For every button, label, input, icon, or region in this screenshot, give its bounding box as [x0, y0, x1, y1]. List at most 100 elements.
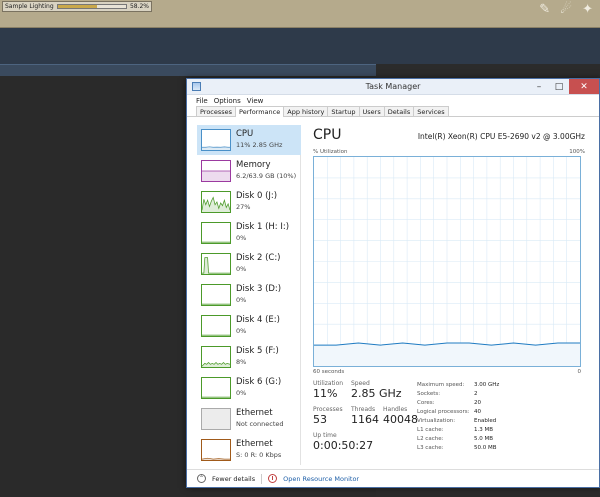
sample-lighting-label: Sample Lighting: [5, 3, 54, 10]
device-mini-graph-line: [202, 146, 230, 150]
tab-users[interactable]: Users: [358, 106, 385, 116]
spec-row: Cores: 20: [417, 398, 499, 407]
device-item[interactable]: Disk 0 (J:) 27%: [197, 187, 301, 217]
device-value: S: 0 R: 0 Kbps: [236, 451, 282, 459]
utilization-label: Utilization: [313, 380, 344, 387]
device-name: Disk 0 (J:): [236, 191, 278, 201]
device-value: 0%: [236, 327, 247, 335]
spec-value: 40: [474, 408, 481, 415]
device-item[interactable]: Disk 4 (E:) 0%: [197, 311, 301, 341]
cpu-spec-table: Maximum speed: 3.00 GHz Sockets: 2 Cores: 20 L…: [417, 380, 499, 452]
spec-key: L2 cache:: [417, 435, 444, 442]
device-item[interactable]: Disk 5 (F:) 8%: [197, 342, 301, 372]
processes-label: Processes: [313, 406, 343, 413]
device-mini-graph-line: [202, 361, 230, 367]
device-item[interactable]: Memory 6.2/63.9 GB (10%): [197, 156, 301, 186]
device-value: 0%: [236, 296, 247, 304]
spec-value: 5.0 MB: [474, 435, 494, 442]
utilization-axis-max: 100%: [569, 149, 585, 155]
device-item[interactable]: CPU 11% 2.85 GHz: [197, 125, 301, 155]
title-bar[interactable]: Task Manager – □ ✕: [187, 79, 599, 95]
spec-key: Cores:: [417, 399, 435, 406]
device-item[interactable]: Ethernet S: 0 R: 0 Kbps: [197, 435, 301, 465]
device-name: Disk 1 (H: I:): [236, 222, 290, 232]
device-name: Ethernet: [236, 408, 273, 418]
device-value: 11% 2.85 GHz: [236, 141, 283, 149]
tab-app-history[interactable]: App history: [283, 106, 329, 116]
spec-key: Sockets:: [417, 390, 441, 397]
menu-options[interactable]: Options: [214, 97, 241, 105]
host-app-tabbar: [0, 64, 376, 76]
device-mini-graph: [201, 439, 231, 461]
cpu-utilization-graph: [313, 156, 581, 367]
chevron-up-icon[interactable]: ⌃: [197, 474, 206, 483]
device-mini-graph: [201, 160, 231, 182]
host-app-toolbar: Sample Lighting 58.2% ✎ ☄ ✦: [0, 0, 600, 28]
device-name: Disk 4 (E:): [236, 315, 280, 325]
device-mini-graph: [201, 129, 231, 151]
device-name: Disk 6 (G:): [236, 377, 282, 387]
uptime-label: Up time: [313, 432, 337, 439]
device-name: CPU: [236, 129, 254, 139]
spec-row: L3 cache: 50.0 MB: [417, 443, 499, 452]
device-value: 0%: [236, 389, 247, 397]
device-mini-graph-line: [202, 196, 230, 212]
device-mini-graph: [201, 284, 231, 306]
utilization-value: 11%: [313, 387, 338, 400]
device-name: Memory: [236, 160, 271, 170]
device-item[interactable]: Disk 3 (D:) 0%: [197, 280, 301, 310]
device-mini-graph-line: [202, 396, 230, 398]
threads-label: Threads: [351, 406, 376, 413]
tab-startup[interactable]: Startup: [327, 106, 360, 116]
spec-value: 1.3 MB: [474, 426, 494, 433]
open-resource-monitor-link[interactable]: Open Resource Monitor: [283, 475, 359, 483]
handles-value: 40048: [383, 413, 418, 426]
fewer-details-link[interactable]: Fewer details: [212, 475, 255, 483]
spec-row: Maximum speed: 3.00 GHz: [417, 380, 499, 389]
device-mini-graph-line: [202, 457, 230, 460]
device-mini-graph-line: [202, 241, 230, 243]
device-value: 6.2/63.9 GB (10%): [236, 172, 297, 180]
cpu-model-name: Intel(R) Xeon(R) CPU E5-2690 v2 @ 3.00GH…: [417, 132, 585, 141]
tab-details[interactable]: Details: [383, 106, 415, 116]
spec-key: Virtualization:: [417, 417, 456, 424]
menu-file[interactable]: File: [196, 97, 208, 105]
spec-value: 20: [474, 399, 481, 406]
graph-time-axis-start: 60 seconds: [313, 369, 345, 375]
cpu-utilization-chart: [314, 157, 580, 366]
minimize-button[interactable]: –: [529, 79, 549, 94]
tab-services[interactable]: Services: [413, 106, 449, 116]
close-button[interactable]: ✕: [569, 79, 599, 94]
spec-key: Maximum speed:: [417, 381, 465, 388]
device-name: Ethernet: [236, 439, 273, 449]
device-item[interactable]: Ethernet Not connected: [197, 404, 301, 434]
spec-row: Virtualization: Enabled: [417, 416, 499, 425]
speed-stat: Speed 2.85 GHz: [351, 380, 402, 400]
utilization-axis-label: % Utilization: [313, 149, 348, 155]
spec-row: Logical processors: 40: [417, 407, 499, 416]
maximize-button[interactable]: □: [549, 79, 569, 94]
device-mini-graph-line: [202, 303, 230, 305]
window-controls: – □ ✕: [529, 79, 599, 94]
task-manager-window: Task Manager – □ ✕ File Options View Pro…: [186, 78, 600, 488]
device-name: Disk 5 (F:): [236, 346, 279, 356]
footer: ⌃ Fewer details Open Resource Monitor: [187, 469, 599, 487]
processes-value: 53: [313, 413, 327, 426]
spec-row: Sockets: 2: [417, 389, 499, 398]
device-name: Disk 2 (C:): [236, 253, 281, 263]
spec-key: Logical processors:: [417, 408, 470, 415]
device-item[interactable]: Disk 2 (C:) 0%: [197, 249, 301, 279]
tab-performance[interactable]: Performance: [235, 106, 285, 117]
spec-value: 3.00 GHz: [474, 381, 500, 388]
spec-value: 50.0 MB: [474, 444, 497, 451]
menu-view[interactable]: View: [247, 97, 264, 105]
device-value: 8%: [236, 358, 247, 366]
spec-row: L1 cache: 1.3 MB: [417, 425, 499, 434]
handles-stat: Handles 40048: [383, 406, 418, 426]
tab-processes[interactable]: Processes: [196, 106, 237, 116]
host-toolbar-icons[interactable]: ✎ ☄ ✦: [539, 2, 596, 17]
speed-label: Speed: [351, 380, 370, 387]
device-mini-graph: [201, 191, 231, 213]
device-item[interactable]: Disk 1 (H: I:) 0%: [197, 218, 301, 248]
device-item[interactable]: Disk 6 (G:) 0%: [197, 373, 301, 403]
